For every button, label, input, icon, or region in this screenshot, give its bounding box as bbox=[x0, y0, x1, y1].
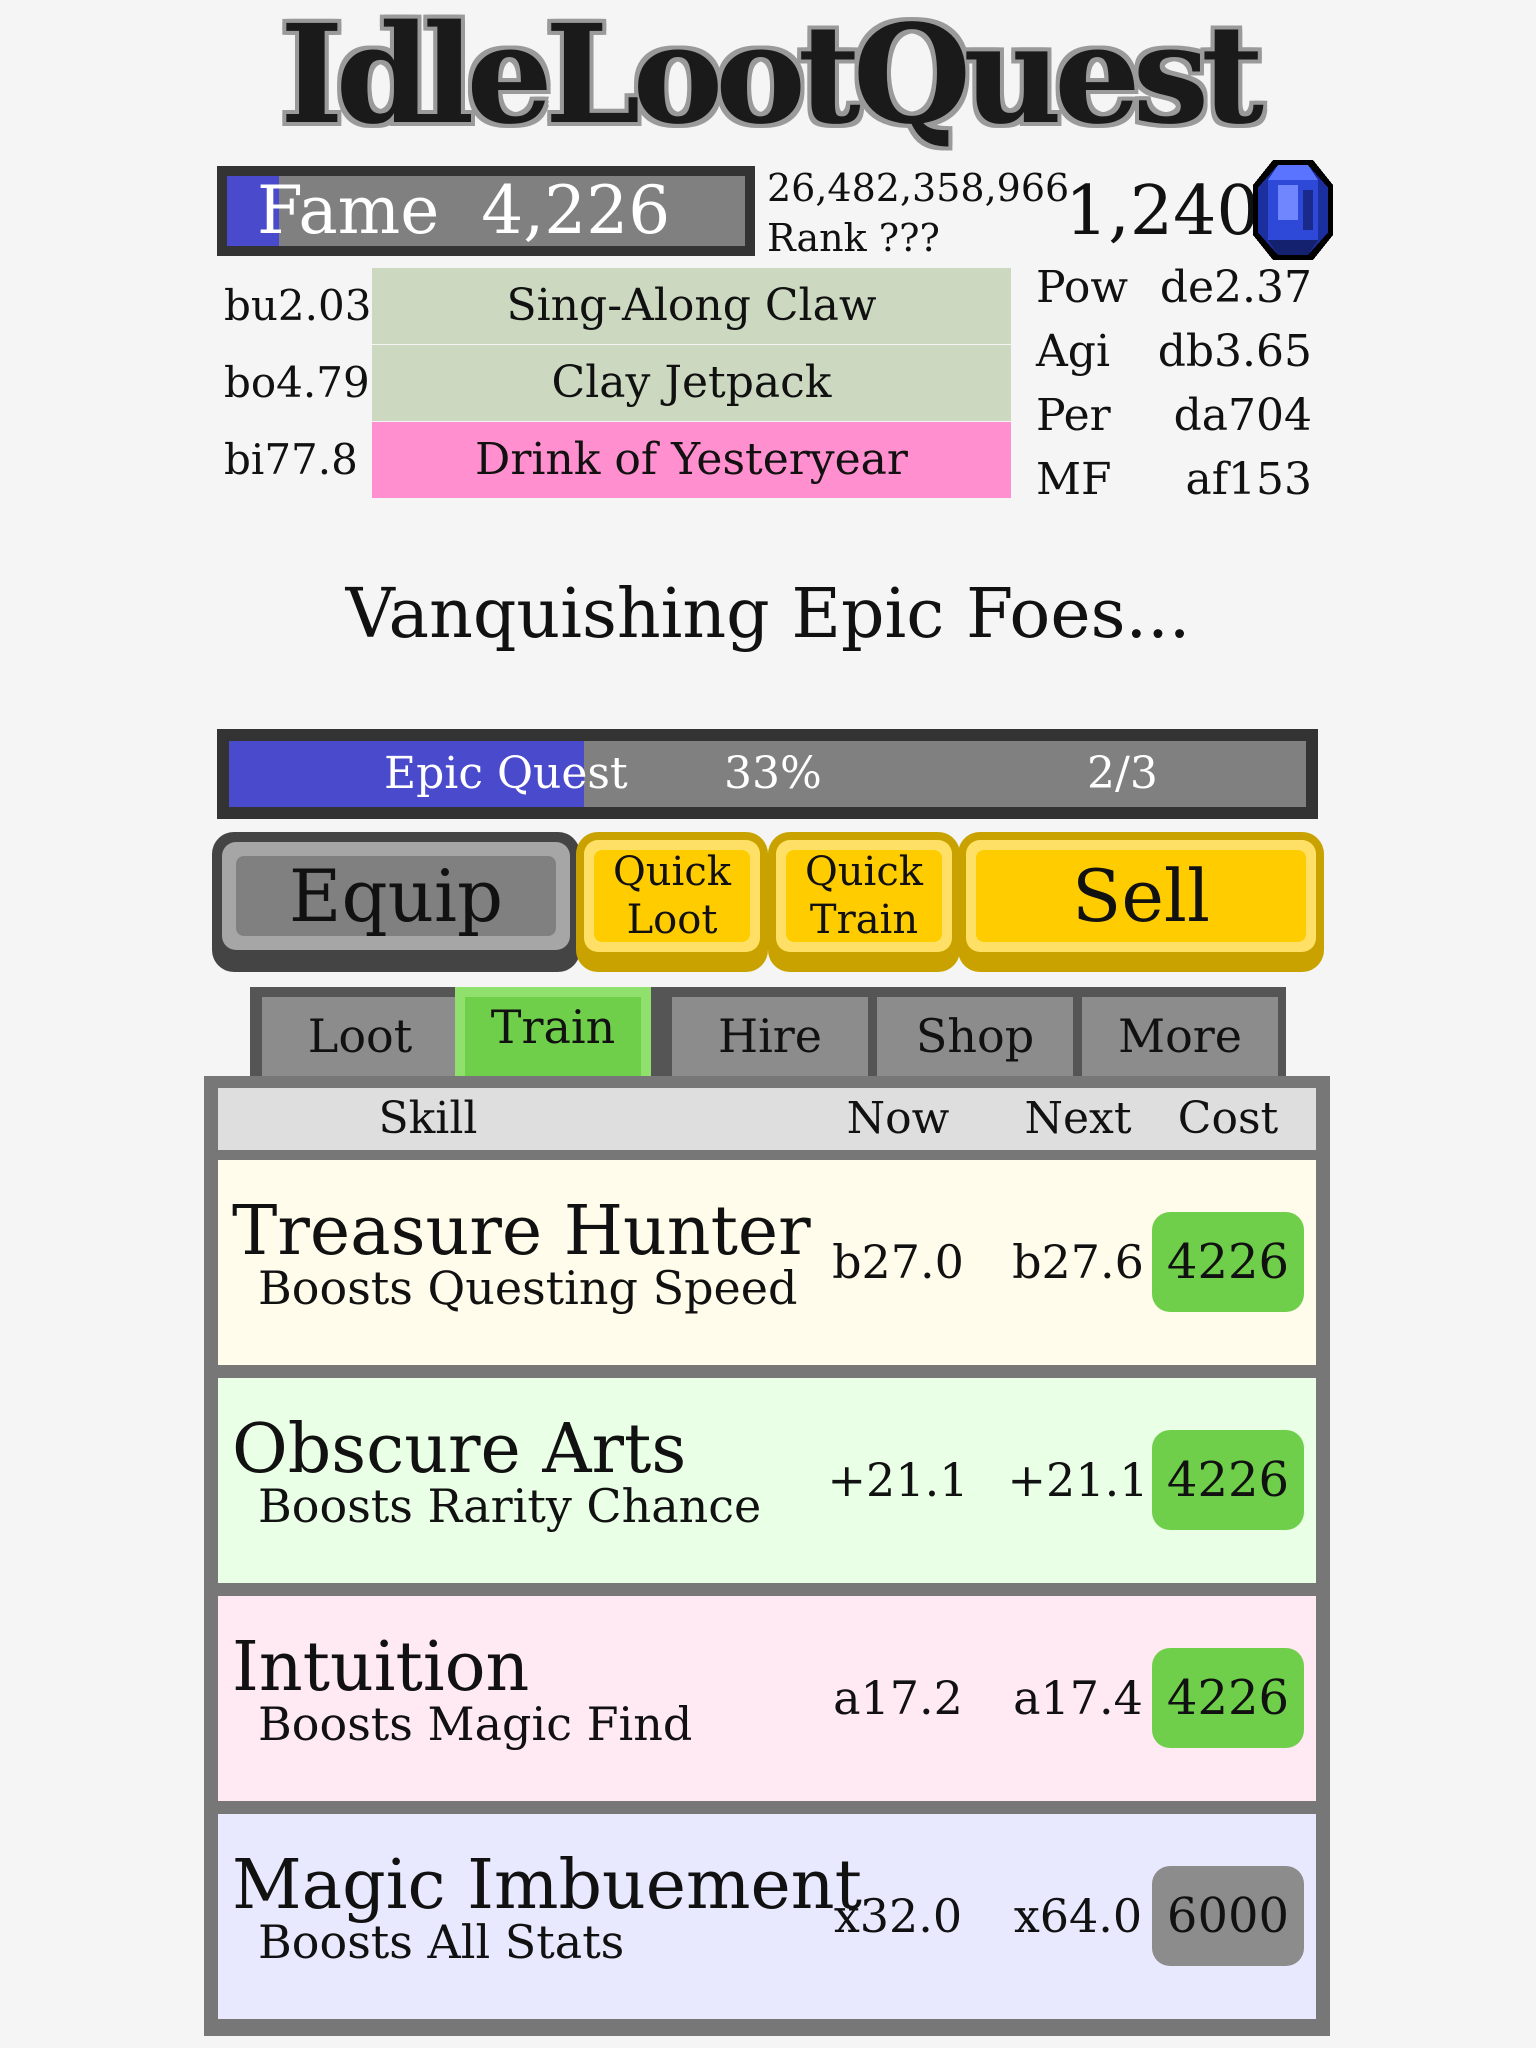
skill-desc: Boosts Rarity Chance bbox=[258, 1479, 762, 1533]
stat-mf-value: af153 bbox=[1185, 454, 1313, 505]
skill-now: +21.1 bbox=[827, 1453, 969, 1507]
equip-tier-3: bi77.8 bbox=[224, 435, 358, 484]
quest-percent: 33% bbox=[724, 748, 822, 799]
stat-pow-value: de2.37 bbox=[1159, 262, 1312, 313]
table-row: Intuition Boosts Magic Find a17.2 a17.4 … bbox=[218, 1596, 1316, 1801]
skill-now: x32.0 bbox=[833, 1889, 963, 1943]
skills-table: Skill Now Next Cost Treasure Hunter Boos… bbox=[204, 1076, 1330, 2036]
quick-loot-label-2: Loot bbox=[626, 897, 718, 943]
tab-more[interactable]: More bbox=[1082, 997, 1278, 1077]
tab-loot[interactable]: Loot bbox=[262, 997, 458, 1077]
stat-mf-label: MF bbox=[1036, 454, 1112, 505]
quest-label: Epic Quest bbox=[384, 748, 628, 799]
stat-per-value: da704 bbox=[1173, 390, 1312, 441]
skill-name: Magic Imbuement bbox=[232, 1846, 862, 1925]
tab-shop[interactable]: Shop bbox=[877, 997, 1073, 1077]
rank-label: Rank ??? bbox=[767, 216, 940, 260]
fame-bar: Fame 4,226 bbox=[217, 166, 755, 256]
stat-per-label: Per bbox=[1036, 390, 1111, 441]
equipped-item-weapon[interactable]: Sing-Along Claw bbox=[372, 268, 1011, 344]
skill-next: x64.0 bbox=[1013, 1889, 1143, 1943]
stat-agi-value: db3.65 bbox=[1157, 326, 1312, 377]
table-row: Obscure Arts Boosts Rarity Chance +21.1 … bbox=[218, 1378, 1316, 1583]
fame-label: Fame bbox=[257, 176, 440, 246]
skill-name: Treasure Hunter bbox=[232, 1192, 811, 1271]
table-header: Skill Now Next Cost bbox=[218, 1088, 1316, 1150]
equipped-item-consumable[interactable]: Drink of Yesteryear bbox=[372, 422, 1011, 498]
tab-train[interactable]: Train bbox=[455, 987, 651, 1087]
status-text: Vanquishing Epic Foes... bbox=[345, 575, 1191, 654]
skill-desc: Boosts Questing Speed bbox=[258, 1261, 798, 1315]
quick-loot-button[interactable]: Quick Loot bbox=[576, 832, 768, 972]
quest-progress-bar: Epic Quest 33% 2/3 bbox=[217, 729, 1318, 819]
skill-name: Obscure Arts bbox=[232, 1410, 687, 1489]
skill-desc: Boosts All Stats bbox=[258, 1915, 625, 1969]
quick-train-label-2: Train bbox=[809, 897, 919, 943]
stat-pow-label: Pow bbox=[1036, 262, 1128, 313]
quick-loot-label-1: Quick bbox=[613, 849, 731, 895]
header-now: Now bbox=[846, 1093, 950, 1144]
header-next: Next bbox=[1024, 1093, 1132, 1144]
equipped-item-gear[interactable]: Clay Jetpack bbox=[372, 345, 1011, 421]
header-skill: Skill bbox=[378, 1093, 478, 1144]
quest-count: 2/3 bbox=[1087, 748, 1158, 799]
skill-name: Intuition bbox=[232, 1628, 530, 1707]
skill-next: a17.4 bbox=[1013, 1671, 1143, 1725]
skill-next: +21.1 bbox=[1007, 1453, 1149, 1507]
table-row: Magic Imbuement Boosts All Stats x32.0 x… bbox=[218, 1814, 1316, 2019]
equip-button[interactable]: Equip bbox=[212, 832, 580, 972]
sell-button[interactable]: Sell bbox=[958, 832, 1324, 972]
train-cost-button[interactable]: 4226 bbox=[1152, 1430, 1304, 1530]
tab-hire[interactable]: Hire bbox=[672, 997, 868, 1077]
train-cost-button[interactable]: 6000 bbox=[1152, 1866, 1304, 1966]
equip-tier-1: bu2.03 bbox=[224, 281, 372, 330]
sell-button-label: Sell bbox=[976, 850, 1306, 942]
stat-agi-label: Agi bbox=[1036, 326, 1111, 377]
quick-train-label-1: Quick bbox=[805, 849, 923, 895]
fame-value: 4,226 bbox=[481, 176, 671, 246]
equip-tier-2: bo4.79 bbox=[224, 358, 370, 407]
train-cost-button[interactable]: 4226 bbox=[1152, 1212, 1304, 1312]
train-cost-button[interactable]: 4226 bbox=[1152, 1648, 1304, 1748]
gold-amount: 26,482,358,966 bbox=[767, 166, 1070, 210]
app-title: IdleLootQuest bbox=[279, 0, 1264, 155]
quick-train-button[interactable]: Quick Train bbox=[768, 832, 960, 972]
gem-count: 1,240 bbox=[1065, 172, 1260, 251]
skill-now: a17.2 bbox=[833, 1671, 963, 1725]
header-cost: Cost bbox=[1177, 1093, 1279, 1144]
table-row: Treasure Hunter Boosts Questing Speed b2… bbox=[218, 1160, 1316, 1365]
blue-gem-icon bbox=[1253, 160, 1333, 260]
skill-next: b27.6 bbox=[1012, 1235, 1144, 1289]
skill-desc: Boosts Magic Find bbox=[258, 1697, 693, 1751]
equip-button-label: Equip bbox=[236, 856, 556, 936]
skill-now: b27.0 bbox=[832, 1235, 964, 1289]
